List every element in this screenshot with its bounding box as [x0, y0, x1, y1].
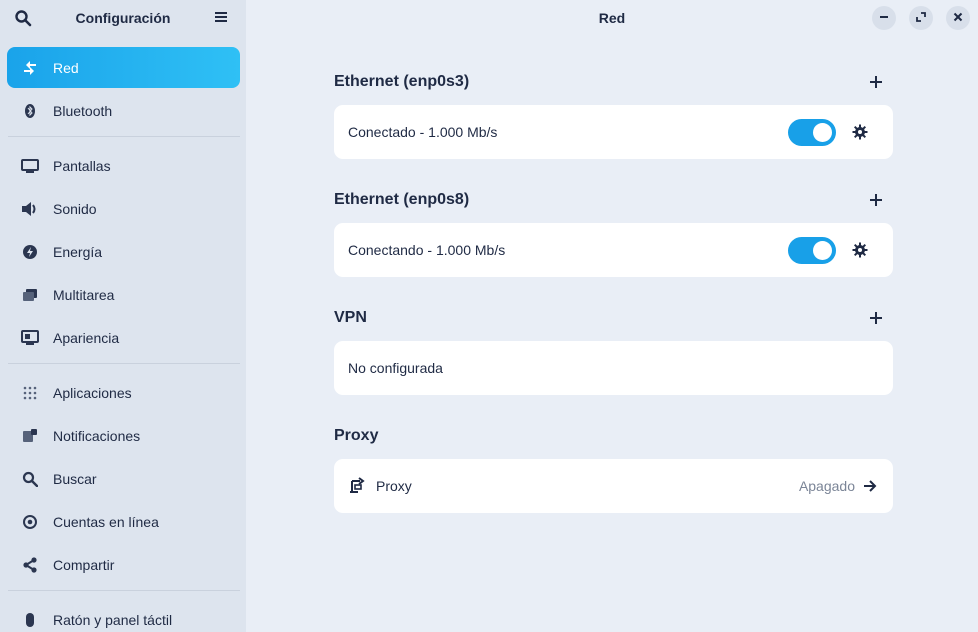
sidebar-item-label: Cuentas en línea [53, 513, 159, 530]
ethernet-enp0s8-row[interactable]: Conectando - 1.000 Mb/s [334, 223, 893, 277]
sidebar-item-label: Energía [53, 243, 103, 260]
sidebar: Configuración Red Bluetooth Pantallas So… [0, 0, 246, 632]
sidebar-item-label: Bluetooth [53, 102, 113, 119]
proxy-row[interactable]: Proxy Apagado [334, 459, 893, 513]
add-icon[interactable] [867, 191, 885, 209]
display-icon [21, 157, 39, 175]
sidebar-item-label: Buscar [53, 470, 97, 487]
sidebar-item-notificaciones[interactable]: Notificaciones [7, 415, 240, 456]
sidebar-item-label: Ratón y panel táctil [53, 611, 173, 628]
sidebar-item-cuentas[interactable]: Cuentas en línea [7, 501, 240, 542]
section-title: Ethernet (enp0s3) [334, 73, 470, 90]
hamburger-menu-icon[interactable] [214, 10, 232, 26]
sidebar-item-label: Compartir [53, 556, 115, 573]
network-icon [21, 59, 39, 77]
sidebar-nav: Red Bluetooth Pantallas Sonido Energía M… [0, 47, 246, 632]
power-icon [21, 243, 39, 261]
proxy-label: Proxy [376, 478, 412, 494]
section-title: Ethernet (enp0s8) [334, 191, 470, 208]
sidebar-divider [8, 363, 240, 364]
sidebar-header: Configuración [0, 0, 246, 36]
page-title: Red [598, 10, 626, 26]
sidebar-item-red[interactable]: Red [7, 47, 240, 88]
sidebar-item-pantallas[interactable]: Pantallas [7, 145, 240, 186]
vpn-status: No configurada [348, 360, 443, 376]
minimize-button[interactable] [872, 6, 896, 30]
section-ethernet-enp0s8: Ethernet (enp0s8) [334, 188, 893, 212]
arrow-right-icon [863, 479, 877, 493]
sidebar-item-label: Aplicaciones [53, 384, 132, 401]
sidebar-item-sonido[interactable]: Sonido [7, 188, 240, 229]
maximize-button[interactable] [909, 6, 933, 30]
connection-status: Conectando - 1.000 Mb/s [348, 242, 506, 258]
section-ethernet-enp0s3: Ethernet (enp0s3) [334, 70, 893, 94]
bluetooth-icon [21, 102, 39, 120]
sidebar-item-apariencia[interactable]: Apariencia [7, 317, 240, 358]
mouse-icon [21, 611, 39, 629]
add-icon[interactable] [867, 73, 885, 91]
sidebar-item-label: Pantallas [53, 157, 111, 174]
search-icon [21, 470, 39, 488]
sidebar-item-label: Notificaciones [53, 427, 141, 444]
sidebar-item-label: Apariencia [53, 329, 120, 346]
sidebar-title: Configuración [75, 10, 171, 26]
section-vpn: VPN [334, 306, 893, 330]
sidebar-item-aplicaciones[interactable]: Aplicaciones [7, 372, 240, 413]
close-button[interactable] [946, 6, 970, 30]
apps-grid-icon [21, 384, 39, 402]
notifications-icon [21, 427, 39, 445]
connection-status: Conectado - 1.000 Mb/s [348, 124, 498, 140]
online-accounts-icon [21, 513, 39, 531]
sidebar-item-multitarea[interactable]: Multitarea [7, 274, 240, 315]
gear-icon[interactable] [850, 240, 870, 260]
speaker-icon [21, 200, 39, 218]
settings-window: Configuración Red Bluetooth Pantallas So… [0, 0, 978, 632]
ethernet-enp0s8-toggle[interactable] [788, 236, 836, 264]
multitask-icon [21, 286, 39, 304]
section-title: VPN [334, 309, 367, 326]
sidebar-item-bluetooth[interactable]: Bluetooth [7, 90, 240, 131]
sidebar-item-compartir[interactable]: Compartir [7, 544, 240, 585]
sidebar-divider [8, 590, 240, 591]
vpn-row: No configurada [334, 341, 893, 395]
proxy-icon [348, 477, 366, 495]
share-icon [21, 556, 39, 574]
add-icon[interactable] [867, 309, 885, 327]
maximize-icon [916, 9, 926, 27]
close-icon [953, 9, 963, 27]
sidebar-item-energia[interactable]: Energía [7, 231, 240, 272]
section-title: Proxy [334, 427, 379, 444]
sidebar-item-label: Multitarea [53, 286, 115, 303]
gear-icon[interactable] [850, 122, 870, 142]
sidebar-item-label: Red [53, 59, 79, 76]
ethernet-enp0s3-row[interactable]: Conectado - 1.000 Mb/s [334, 105, 893, 159]
proxy-status: Apagado [798, 478, 855, 494]
sidebar-divider [8, 136, 240, 137]
sidebar-item-raton[interactable]: Ratón y panel táctil [7, 599, 240, 632]
ethernet-enp0s3-toggle[interactable] [788, 118, 836, 146]
sidebar-item-label: Sonido [53, 200, 97, 217]
section-proxy: Proxy [334, 424, 893, 448]
main-panel: Red Ethernet (enp0s3) Conectado - 1.000 … [246, 0, 978, 632]
minimize-icon [879, 9, 889, 27]
sidebar-item-buscar[interactable]: Buscar [7, 458, 240, 499]
appearance-icon [21, 329, 39, 347]
